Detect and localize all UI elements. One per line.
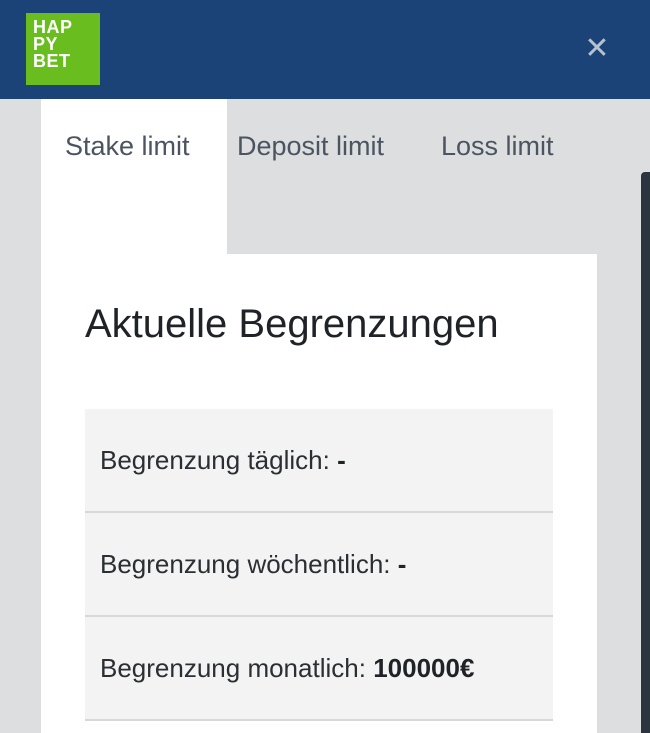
tab-deposit-limit-label: Deposit limit [237,131,385,161]
panel-title: Aktuelle Begrenzungen [85,302,499,346]
limits-list: Begrenzung täglich: - Begrenzung wöchent… [85,409,553,721]
happybet-logo[interactable]: HAP PY BET [26,13,100,85]
app-header: HAP PY BET ✕ [0,0,650,99]
scrollbar-thumb[interactable] [641,172,650,733]
tab-stake-limit-label: Stake limit [65,131,190,161]
limit-weekly-label: Begrenzung wöchentlich: [100,549,391,579]
limit-daily-value: - [337,445,346,475]
limit-row-monthly: Begrenzung monatlich: 100000€ [85,617,553,721]
limits-panel: Aktuelle Begrenzungen Begrenzung täglich… [41,254,597,733]
limit-daily-label: Begrenzung täglich: [100,445,330,475]
tab-stake-limit[interactable]: Stake limit [41,99,227,254]
close-icon[interactable]: ✕ [580,32,614,66]
tab-deposit-limit[interactable]: Deposit limit [237,99,384,193]
limit-monthly-value: 100000€ [373,653,475,683]
limit-monthly-label: Begrenzung monatlich: [100,653,366,683]
limit-row-daily: Begrenzung täglich: - [85,409,553,513]
tab-loss-limit-label: Loss limit [441,131,554,161]
logo-line-3: BET [33,51,71,71]
limit-weekly-value: - [397,549,407,579]
tab-loss-limit[interactable]: Loss limit [441,99,554,193]
limit-row-weekly: Begrenzung wöchentlich: - [85,513,553,617]
